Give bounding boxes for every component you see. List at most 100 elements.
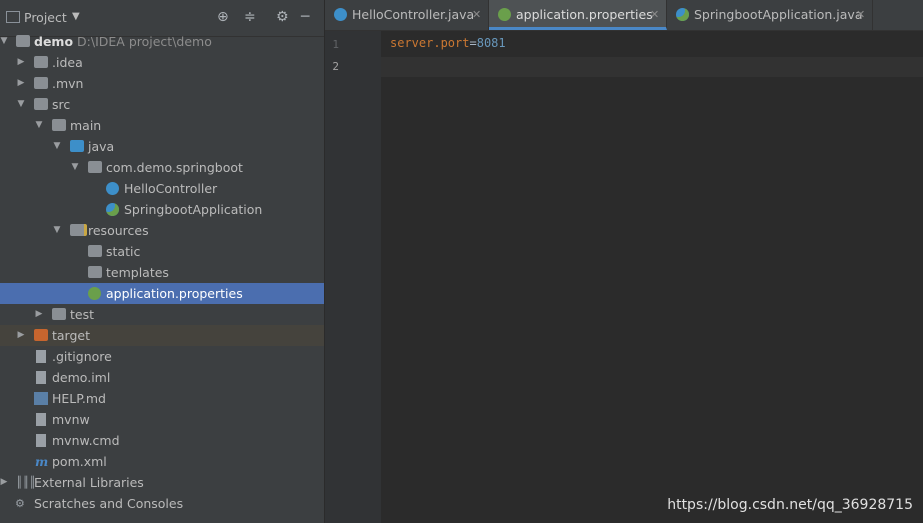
tree-item-application-properties[interactable]: application.properties	[0, 283, 324, 304]
expand-arrow-icon[interactable]: ▼	[70, 157, 80, 178]
expand-arrow-icon[interactable]: ▼	[52, 220, 62, 241]
tree-item-external-libraries[interactable]: ▶ ║║║ External Libraries	[0, 472, 324, 493]
expand-arrow-icon[interactable]: ▼	[0, 31, 9, 52]
expand-arrow-icon[interactable]: ▼	[16, 94, 26, 115]
tree-item-target[interactable]: ▶ target	[0, 325, 324, 346]
scratches-icon: ⚙	[15, 497, 25, 510]
spring-boot-class-icon	[106, 203, 119, 216]
folder-icon	[88, 266, 102, 278]
tree-item-label: main	[70, 118, 102, 133]
tree-item-label: pom.xml	[52, 454, 107, 469]
tree-item-label: SpringbootApplication	[124, 202, 263, 217]
tree-item-label: resources	[88, 223, 149, 238]
project-view-selector[interactable]: Project	[24, 10, 67, 25]
project-view-icon[interactable]	[6, 11, 20, 23]
tree-item-label: mvnw	[52, 412, 90, 427]
tree-item-scratches[interactable]: ⚙ Scratches and Consoles	[0, 493, 324, 514]
tree-item-java[interactable]: ▼ java	[0, 136, 324, 157]
close-icon[interactable]: ✕	[650, 0, 659, 30]
package-icon	[88, 161, 102, 173]
tree-item-label: .mvn	[52, 76, 84, 91]
gear-icon[interactable]: ⚙	[276, 9, 289, 25]
tree-item-label: Scratches and Consoles	[34, 496, 184, 511]
expand-arrow-icon[interactable]: ▶	[16, 73, 26, 94]
tab-application-properties[interactable]: application.properties ✕	[489, 0, 667, 30]
line-number: 2	[332, 60, 339, 73]
property-key: server.port	[390, 36, 470, 50]
line-number: 1	[332, 38, 339, 51]
collapse-icon[interactable]: ≑	[244, 9, 256, 25]
crosshair-icon[interactable]: ⊕	[217, 9, 229, 25]
tree-item-mvn[interactable]: ▶ .mvn	[0, 73, 324, 94]
tree-item-test[interactable]: ▶ test	[0, 304, 324, 325]
expand-arrow-icon[interactable]: ▶	[0, 472, 9, 493]
module-file-icon	[36, 371, 46, 384]
tree-item-mvnw[interactable]: mvnw	[0, 409, 324, 430]
tree-item-mvnw-cmd[interactable]: mvnw.cmd	[0, 430, 324, 451]
tree-item-gitignore[interactable]: .gitignore	[0, 346, 324, 367]
folder-icon	[52, 119, 66, 131]
spring-properties-icon	[88, 287, 101, 300]
tree-item-label: templates	[106, 265, 169, 280]
folder-icon	[52, 308, 66, 320]
tree-item-label: demo.iml	[52, 370, 111, 385]
watermark: https://blog.csdn.net/qq_36928715	[667, 497, 913, 513]
java-class-icon	[334, 8, 347, 21]
tree-item-static[interactable]: static	[0, 241, 324, 262]
text-file-icon	[36, 413, 46, 426]
root-name: demo	[34, 34, 74, 49]
folder-icon	[34, 56, 48, 68]
expand-arrow-icon[interactable]: ▼	[34, 115, 44, 136]
tree-item-label: test	[70, 307, 95, 322]
tree-root-demo[interactable]: ▼ demo D:\IDEA project\demo	[0, 31, 324, 52]
expand-arrow-icon[interactable]: ▼	[52, 136, 62, 157]
tree-item-label: HELP.md	[52, 391, 106, 406]
editor-area: HelloController.java ✕ application.prope…	[325, 0, 923, 523]
current-line-highlight	[381, 57, 923, 77]
close-icon[interactable]: ✕	[472, 0, 481, 30]
tree-item-label: target	[52, 328, 91, 343]
tree-item-springbootapplication[interactable]: SpringbootApplication	[0, 199, 324, 220]
expand-arrow-icon[interactable]: ▶	[34, 304, 44, 325]
folder-icon	[88, 245, 102, 257]
line-number-gutter: 1 2	[325, 31, 381, 523]
tree-item-demo-iml[interactable]: demo.iml	[0, 367, 324, 388]
expand-arrow-icon[interactable]: ▶	[16, 52, 26, 73]
tree-item-pom-xml[interactable]: m pom.xml	[0, 451, 324, 472]
library-icon: ║║║	[16, 476, 36, 489]
source-folder-icon	[70, 140, 84, 152]
folder-icon	[34, 98, 48, 110]
close-icon[interactable]: ✕	[856, 0, 865, 30]
tree-item-main[interactable]: ▼ main	[0, 115, 324, 136]
project-panel: Project ▼ ⊕ ≑ ⚙ ─ ▼ demo D:\IDEA project…	[0, 0, 325, 523]
maven-icon: m	[35, 454, 49, 469]
expand-arrow-icon[interactable]: ▶	[16, 325, 26, 346]
excluded-folder-icon	[34, 329, 48, 341]
tree-item-label: External Libraries	[34, 475, 144, 490]
minimize-icon[interactable]: ─	[301, 9, 309, 25]
tree-item-label: mvnw.cmd	[52, 433, 120, 448]
property-value: 8081	[476, 36, 506, 50]
spring-properties-icon	[498, 8, 511, 21]
code-content[interactable]: server.port=8081	[390, 36, 506, 50]
text-file-icon	[36, 434, 46, 447]
tree-item-label: com.demo.springboot	[106, 160, 243, 175]
tree-item-label: .idea	[52, 55, 83, 70]
tree-item-label: static	[106, 244, 141, 259]
markdown-file-icon	[34, 392, 48, 405]
tree-item-label: java	[88, 139, 115, 154]
tree-item-hellocontroller[interactable]: HelloController	[0, 178, 324, 199]
tree-item-src[interactable]: ▼ src	[0, 94, 324, 115]
module-folder-icon	[16, 35, 30, 47]
tree-item-help-md[interactable]: HELP.md	[0, 388, 324, 409]
tree-item-package[interactable]: ▼ com.demo.springboot	[0, 157, 324, 178]
dropdown-arrow-icon[interactable]: ▼	[72, 11, 80, 22]
tree-item-resources[interactable]: ▼ resources	[0, 220, 324, 241]
resources-folder-icon	[70, 224, 87, 236]
tab-springbootapplication[interactable]: SpringbootApplication.java ✕	[667, 0, 873, 30]
spring-boot-class-icon	[676, 8, 689, 21]
tab-hellocontroller[interactable]: HelloController.java ✕	[325, 0, 489, 30]
tree-item-templates[interactable]: templates	[0, 262, 324, 283]
tree-item-idea[interactable]: ▶ .idea	[0, 52, 324, 73]
tree-item-label: HelloController	[124, 181, 218, 196]
